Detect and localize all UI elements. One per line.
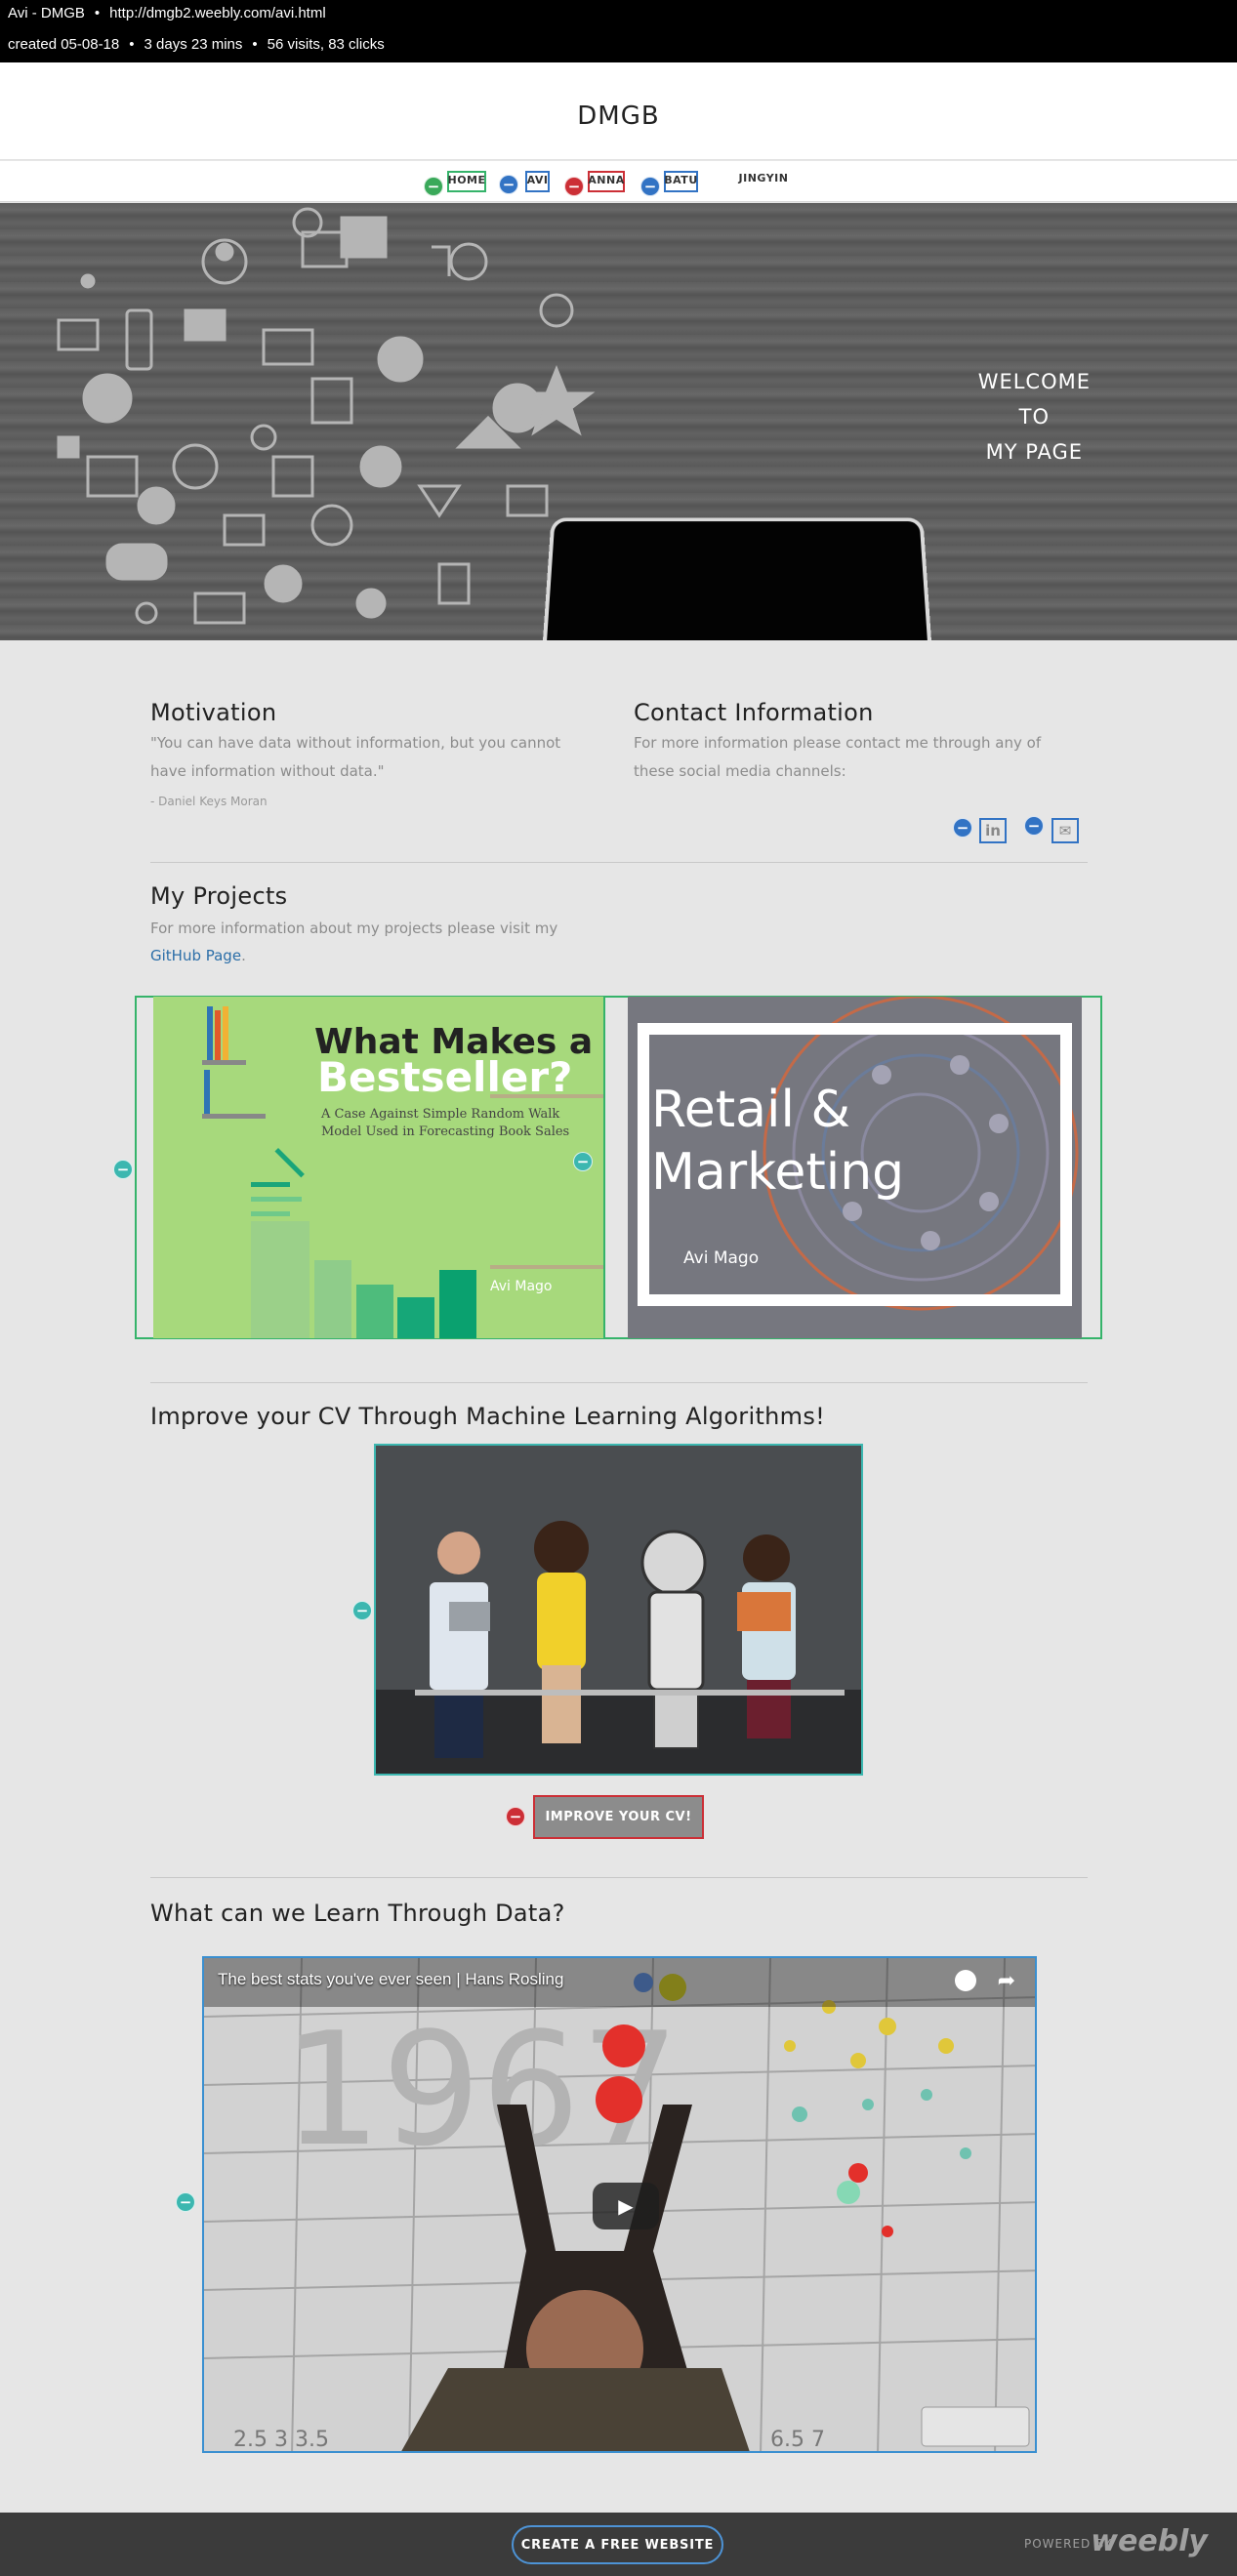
- contact-text-line1: For more information please contact me t…: [634, 734, 1042, 752]
- hero-banner: WELCOME TO MY PAGE: [0, 203, 1237, 640]
- learn-heading: What can we Learn Through Data?: [150, 1900, 565, 1927]
- cv-heading: Improve your CV Through Machine Learning…: [150, 1403, 826, 1430]
- watch-later-icon[interactable]: [955, 1970, 976, 1991]
- card2-author: Avi Mago: [683, 1248, 760, 1268]
- remove-card-icon[interactable]: −: [573, 1152, 593, 1171]
- site-title[interactable]: DMGB: [0, 102, 1237, 131]
- created-date: created 05-08-18: [8, 36, 120, 53]
- remove-video-icon[interactable]: −: [176, 2192, 195, 2212]
- remove-button-icon[interactable]: −: [506, 1807, 525, 1826]
- project-card-bestseller[interactable]: What Makes a Bestseller? A Case Against …: [153, 997, 605, 1338]
- nav-item-avi[interactable]: AVI: [525, 171, 550, 192]
- projects-heading: My Projects: [150, 882, 288, 910]
- linkedin-icon[interactable]: in: [979, 818, 1007, 843]
- create-website-button[interactable]: CREATE A FREE WEBSITE: [512, 2525, 723, 2564]
- github-link[interactable]: GitHub Page: [150, 947, 241, 964]
- svg-text:6.5 7: 6.5 7: [770, 2428, 825, 2452]
- play-icon[interactable]: ▶: [593, 2183, 659, 2229]
- remove-avi-icon[interactable]: −: [499, 175, 518, 194]
- people-robot-image-icon: [376, 1446, 861, 1774]
- remove-cv-image-icon[interactable]: −: [352, 1601, 372, 1620]
- video-embed[interactable]: 1967 2.5 3 3.5 6.5 7 The best stats you'…: [202, 1956, 1037, 2453]
- motivation-heading: Motivation: [150, 699, 277, 726]
- laptop-image: [542, 517, 932, 640]
- welcome-text: WELCOME TO MY PAGE: [977, 370, 1091, 464]
- email-icon[interactable]: ✉: [1051, 818, 1079, 843]
- quote-author: - Daniel Keys Moran: [150, 795, 268, 808]
- nav-bar: − HOME − AVI − ANNA − BATU JINGYIN: [0, 161, 1237, 202]
- nav-item-batu[interactable]: BATU: [664, 171, 698, 192]
- projects-text-line1: For more information about my projects p…: [150, 920, 558, 937]
- remove-gallery-icon[interactable]: −: [113, 1160, 133, 1179]
- motivation-quote-line2: have information without data.": [150, 762, 385, 780]
- info-bar: Avi - DMGB • http://dmgb2.weebly.com/avi.h…: [0, 0, 1237, 62]
- card1-author: Avi Mago: [490, 1279, 553, 1294]
- cv-image[interactable]: [374, 1444, 863, 1776]
- card1-title2: Bestseller?: [317, 1053, 573, 1101]
- project-card-retail[interactable]: Retail & Marketing Avi Mago: [628, 997, 1082, 1338]
- divider: [150, 862, 1088, 863]
- weebly-logo[interactable]: weebly: [1091, 2524, 1208, 2558]
- page-url[interactable]: http://dmgb2.weebly.com/avi.html: [109, 5, 325, 21]
- site-header: DMGB: [0, 62, 1237, 160]
- nav-item-jingyin[interactable]: JINGYIN: [734, 171, 793, 192]
- footer: CREATE A FREE WEBSITE POWERED BY weebly: [0, 2513, 1237, 2576]
- remove-home-icon[interactable]: −: [424, 177, 443, 196]
- nav-item-anna[interactable]: ANNA: [588, 171, 625, 192]
- improve-cv-button[interactable]: IMPROVE YOUR CV!: [533, 1795, 704, 1839]
- page-age: 3 days 23 mins: [144, 36, 243, 53]
- share-icon[interactable]: ➦: [998, 1968, 1015, 1993]
- svg-text:2.5 3 3.5: 2.5 3 3.5: [233, 2428, 329, 2452]
- page-title: Avi - DMGB: [8, 5, 85, 21]
- divider: [150, 1382, 1088, 1383]
- nav-item-home[interactable]: HOME: [447, 171, 486, 192]
- remove-linkedin-icon[interactable]: −: [953, 818, 972, 838]
- remove-email-icon[interactable]: −: [1024, 816, 1044, 836]
- visit-stats: 56 visits, 83 clicks: [267, 36, 385, 53]
- card2-title: Retail & Marketing: [651, 1081, 905, 1202]
- video-title[interactable]: The best stats you've ever seen | Hans R…: [218, 1970, 563, 1989]
- card1-subtitle: A Case Against Simple Random Walk Model …: [321, 1107, 570, 1139]
- remove-batu-icon[interactable]: −: [640, 177, 660, 196]
- contact-text-line2: these social media channels:: [634, 762, 846, 780]
- divider: [150, 1877, 1088, 1878]
- remove-anna-icon[interactable]: −: [564, 177, 584, 196]
- motivation-quote-line1: "You can have data without information, …: [150, 734, 561, 752]
- contact-heading: Contact Information: [634, 699, 874, 726]
